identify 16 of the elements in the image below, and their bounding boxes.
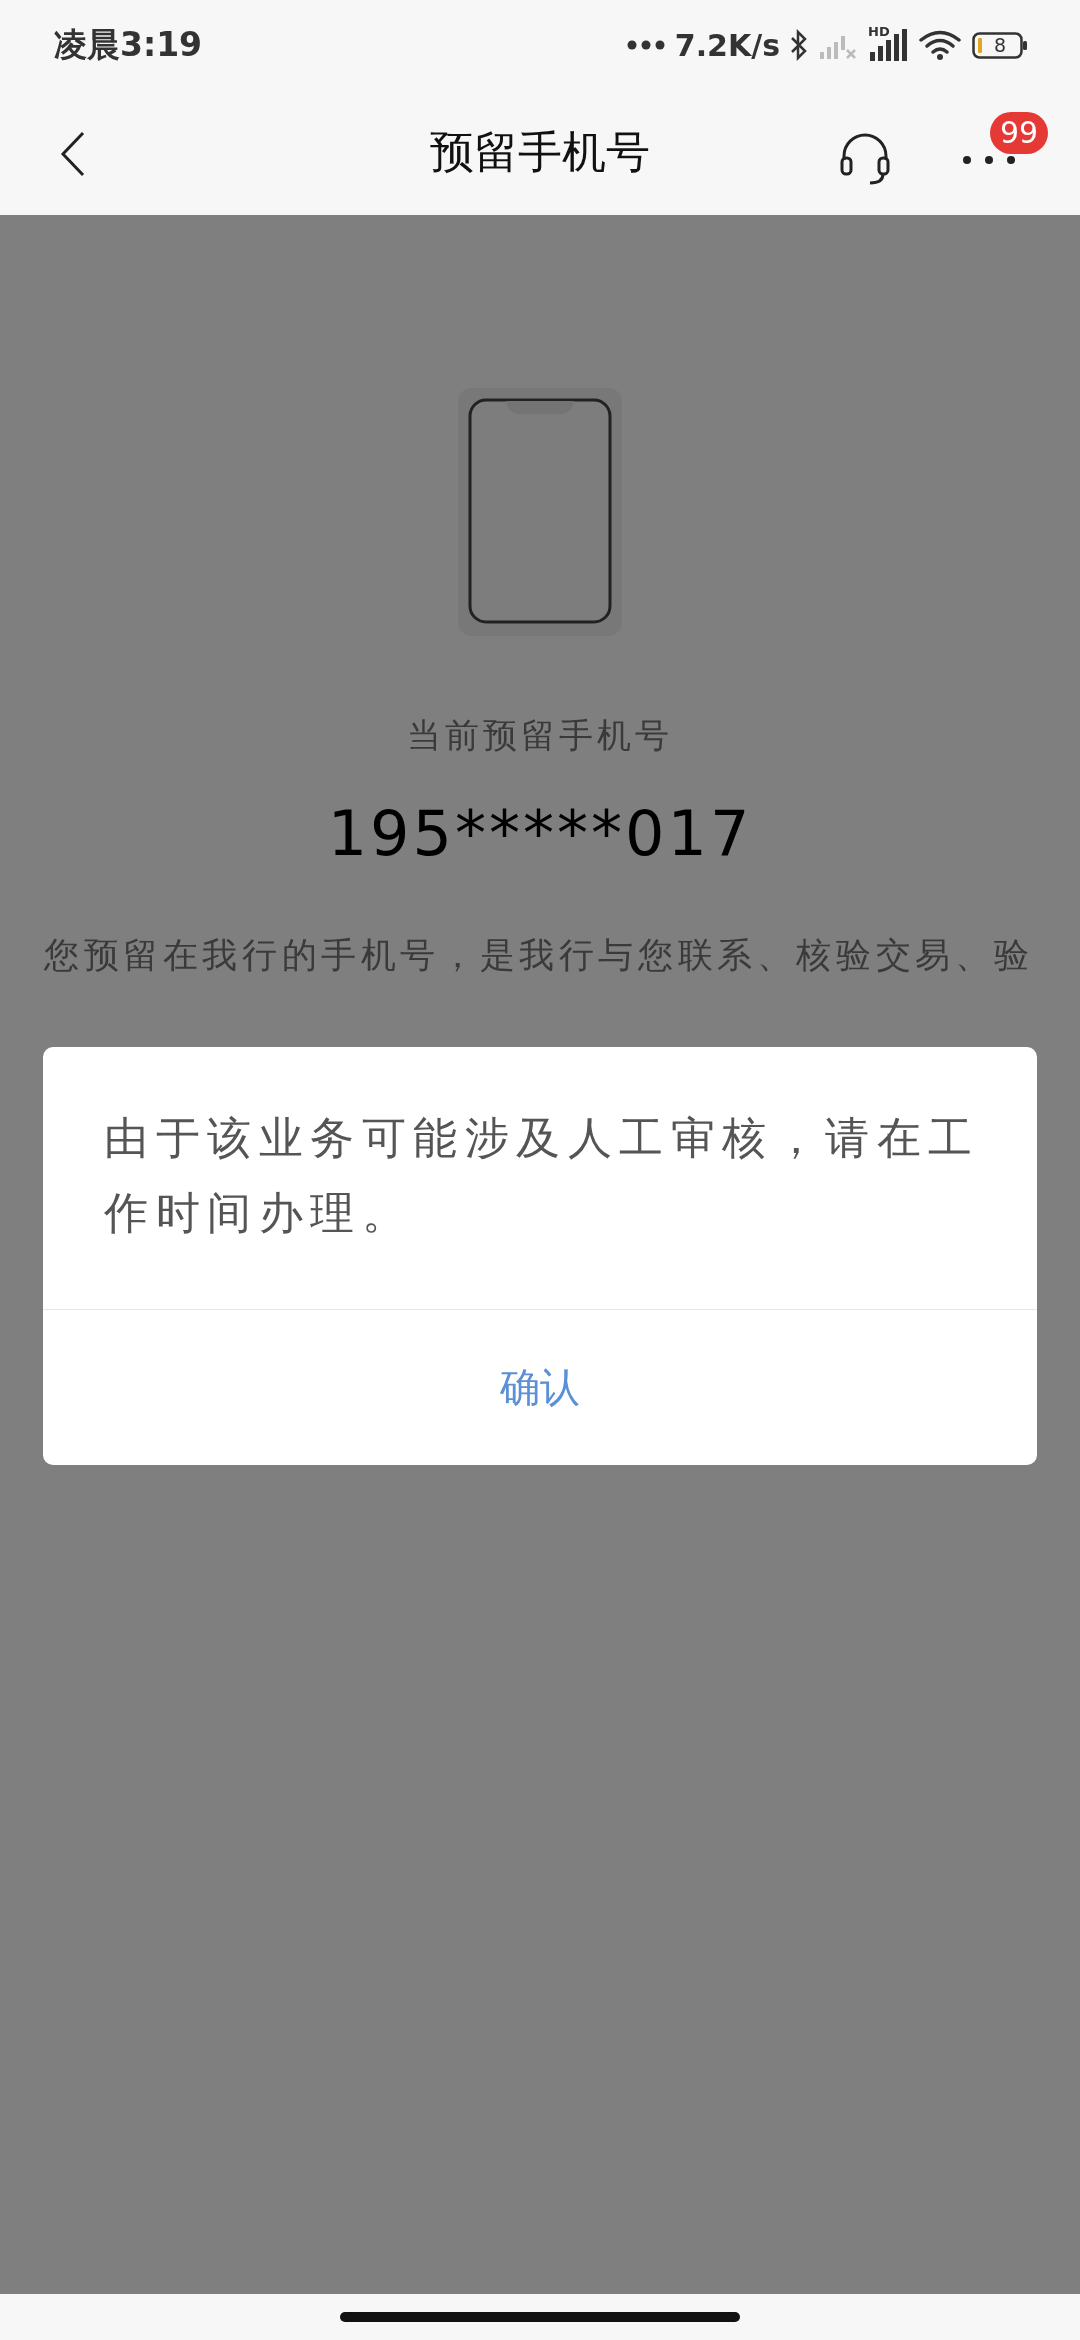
phone-icon — [458, 388, 622, 636]
signal-icon — [868, 28, 908, 62]
dialog-message: 由于该业务可能涉及人工审核，请在工作时间办理。 — [43, 1047, 1037, 1310]
notice-text: 您预留在我行的手机号，是我行与您联系、核验交易、验 — [44, 934, 1034, 977]
network-speed: 7.2K/s — [674, 27, 780, 63]
phone-number: 195*****017 — [327, 797, 753, 870]
hd-label: HD — [868, 24, 890, 39]
wifi-icon — [918, 29, 962, 61]
notification-badge: 99 — [990, 112, 1049, 154]
page-title: 预留手机号 — [430, 125, 650, 179]
confirm-button[interactable]: 确认 — [43, 1310, 1037, 1465]
status-time: 凌晨3:19 — [54, 23, 203, 66]
more-dots-icon — [626, 40, 665, 50]
phone-label: 当前预留手机号 — [407, 714, 673, 757]
bluetooth-icon — [790, 29, 808, 61]
more-icon[interactable] — [962, 155, 1016, 165]
